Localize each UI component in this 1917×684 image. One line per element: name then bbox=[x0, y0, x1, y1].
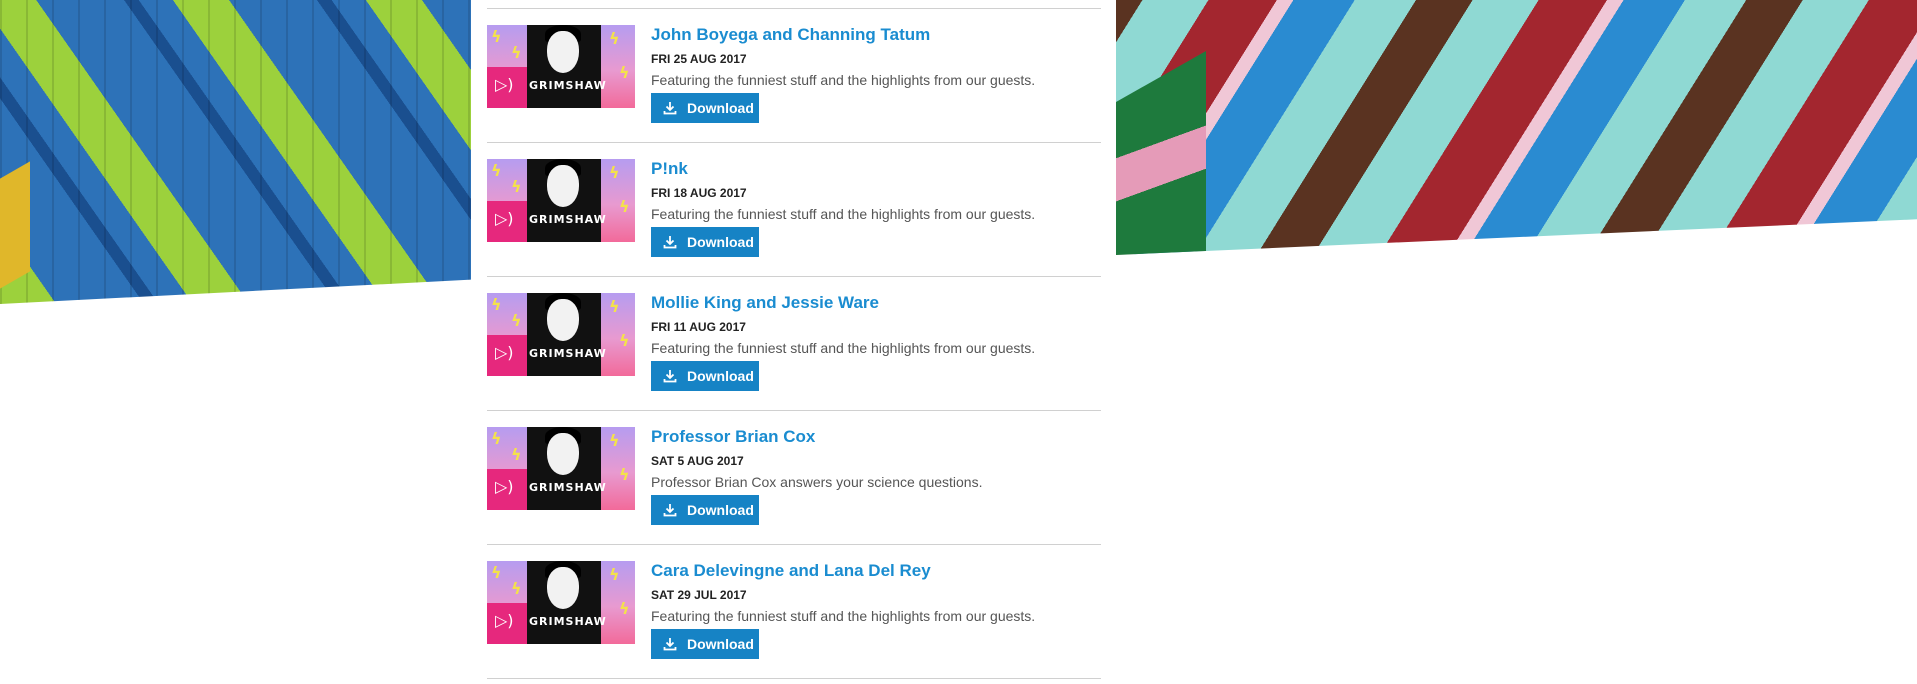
lightning-icon: ϟ bbox=[609, 163, 620, 182]
download-label: Download bbox=[687, 636, 754, 652]
episode-title[interactable]: Cara Delevingne and Lana Del Rey bbox=[651, 561, 931, 581]
podcast-speaker-icon: ▷) bbox=[495, 209, 514, 228]
episode-thumbnail[interactable]: ϟ ϟ ϟ ϟ GRIMSHAW ▷) bbox=[487, 427, 635, 510]
download-button[interactable]: Download bbox=[651, 93, 759, 123]
podcast-speaker-icon: ▷) bbox=[495, 611, 514, 630]
download-button[interactable]: Download bbox=[651, 629, 759, 659]
presenter-photo: GRIMSHAW bbox=[527, 561, 607, 644]
episode-description: Featuring the funniest stuff and the hig… bbox=[651, 608, 1036, 624]
episode-title[interactable]: Mollie King and Jessie Ware bbox=[651, 293, 879, 313]
episode-date: SAT 29 JUL 2017 bbox=[651, 588, 747, 602]
speaker-badge: ▷) bbox=[487, 67, 527, 108]
thumbnail-brand: GRIMSHAW bbox=[529, 79, 607, 92]
download-icon bbox=[663, 102, 677, 115]
speaker-badge: ▷) bbox=[487, 335, 527, 376]
thumbnail-brand: GRIMSHAW bbox=[529, 615, 607, 628]
thumbnail-brand: GRIMSHAW bbox=[529, 213, 607, 226]
download-button[interactable]: Download bbox=[651, 361, 759, 391]
download-icon bbox=[663, 504, 677, 517]
lightning-icon: ϟ bbox=[619, 465, 630, 484]
episode-item: ϟ ϟ ϟ ϟ GRIMSHAW ▷) Cara Delevingne and … bbox=[487, 545, 1101, 679]
speaker-badge: ▷) bbox=[487, 469, 527, 510]
episode-date: SAT 5 AUG 2017 bbox=[651, 454, 744, 468]
lightning-icon: ϟ bbox=[491, 563, 502, 582]
lightning-icon: ϟ bbox=[619, 331, 630, 350]
lightning-icon: ϟ bbox=[491, 27, 502, 46]
background-art-right bbox=[1116, 0, 1917, 255]
download-icon bbox=[663, 638, 677, 651]
episode-description: Professor Brian Cox answers your science… bbox=[651, 474, 983, 490]
download-label: Download bbox=[687, 502, 754, 518]
episode-description: Featuring the funniest stuff and the hig… bbox=[651, 72, 1036, 88]
thumbnail-brand: GRIMSHAW bbox=[529, 481, 607, 494]
lightning-icon: ϟ bbox=[491, 295, 502, 314]
main-content: ϟ ϟ ϟ ϟ GRIMSHAW ▷) John Boyega and Chan… bbox=[471, 0, 1116, 684]
podcast-speaker-icon: ▷) bbox=[495, 343, 514, 362]
download-icon bbox=[663, 236, 677, 249]
lightning-icon: ϟ bbox=[619, 197, 630, 216]
presenter-photo: GRIMSHAW bbox=[527, 427, 607, 510]
download-button[interactable]: Download bbox=[651, 227, 759, 257]
speaker-badge: ▷) bbox=[487, 201, 527, 242]
episode-item: ϟ ϟ ϟ ϟ GRIMSHAW ▷) Mollie King and Jess… bbox=[487, 277, 1101, 411]
lightning-icon: ϟ bbox=[511, 579, 522, 598]
episode-thumbnail[interactable]: ϟ ϟ ϟ ϟ GRIMSHAW ▷) bbox=[487, 25, 635, 108]
lightning-icon: ϟ bbox=[511, 177, 522, 196]
lightning-icon: ϟ bbox=[491, 429, 502, 448]
lightning-icon: ϟ bbox=[491, 161, 502, 180]
lightning-icon: ϟ bbox=[511, 445, 522, 464]
thumbnail-brand: GRIMSHAW bbox=[529, 347, 607, 360]
episode-thumbnail[interactable]: ϟ ϟ ϟ ϟ GRIMSHAW ▷) bbox=[487, 293, 635, 376]
podcast-speaker-icon: ▷) bbox=[495, 477, 514, 496]
lightning-icon: ϟ bbox=[511, 43, 522, 62]
episode-date: FRI 25 AUG 2017 bbox=[651, 52, 747, 66]
presenter-photo: GRIMSHAW bbox=[527, 159, 607, 242]
lightning-icon: ϟ bbox=[609, 565, 620, 584]
episode-description: Featuring the funniest stuff and the hig… bbox=[651, 206, 1036, 222]
lightning-icon: ϟ bbox=[511, 311, 522, 330]
speaker-badge: ▷) bbox=[487, 603, 527, 644]
episode-item: ϟ ϟ ϟ ϟ GRIMSHAW ▷) P!nk FRI 18 AUG 2017… bbox=[487, 143, 1101, 277]
podcast-speaker-icon: ▷) bbox=[495, 75, 514, 94]
presenter-photo: GRIMSHAW bbox=[527, 293, 607, 376]
episode-title[interactable]: John Boyega and Channing Tatum bbox=[651, 25, 930, 45]
episode-thumbnail[interactable]: ϟ ϟ ϟ ϟ GRIMSHAW ▷) bbox=[487, 561, 635, 644]
episode-item: ϟ ϟ ϟ ϟ GRIMSHAW ▷) John Boyega and Chan… bbox=[487, 9, 1101, 143]
episode-date: FRI 11 AUG 2017 bbox=[651, 320, 746, 334]
download-icon bbox=[663, 370, 677, 383]
presenter-photo: GRIMSHAW bbox=[527, 25, 607, 108]
lightning-icon: ϟ bbox=[609, 297, 620, 316]
episode-title[interactable]: P!nk bbox=[651, 159, 688, 179]
lightning-icon: ϟ bbox=[609, 29, 620, 48]
episode-list: ϟ ϟ ϟ ϟ GRIMSHAW ▷) John Boyega and Chan… bbox=[487, 8, 1101, 679]
download-label: Download bbox=[687, 234, 754, 250]
lightning-icon: ϟ bbox=[619, 599, 630, 618]
episode-date: FRI 18 AUG 2017 bbox=[651, 186, 747, 200]
episode-title[interactable]: Professor Brian Cox bbox=[651, 427, 815, 447]
background-art-left bbox=[0, 0, 471, 304]
lightning-icon: ϟ bbox=[619, 63, 630, 82]
episode-item: ϟ ϟ ϟ ϟ GRIMSHAW ▷) Professor Brian Cox … bbox=[487, 411, 1101, 545]
episode-thumbnail[interactable]: ϟ ϟ ϟ ϟ GRIMSHAW ▷) bbox=[487, 159, 635, 242]
download-button[interactable]: Download bbox=[651, 495, 759, 525]
lightning-icon: ϟ bbox=[609, 431, 620, 450]
download-label: Download bbox=[687, 368, 754, 384]
download-label: Download bbox=[687, 100, 754, 116]
episode-description: Featuring the funniest stuff and the hig… bbox=[651, 340, 1036, 356]
